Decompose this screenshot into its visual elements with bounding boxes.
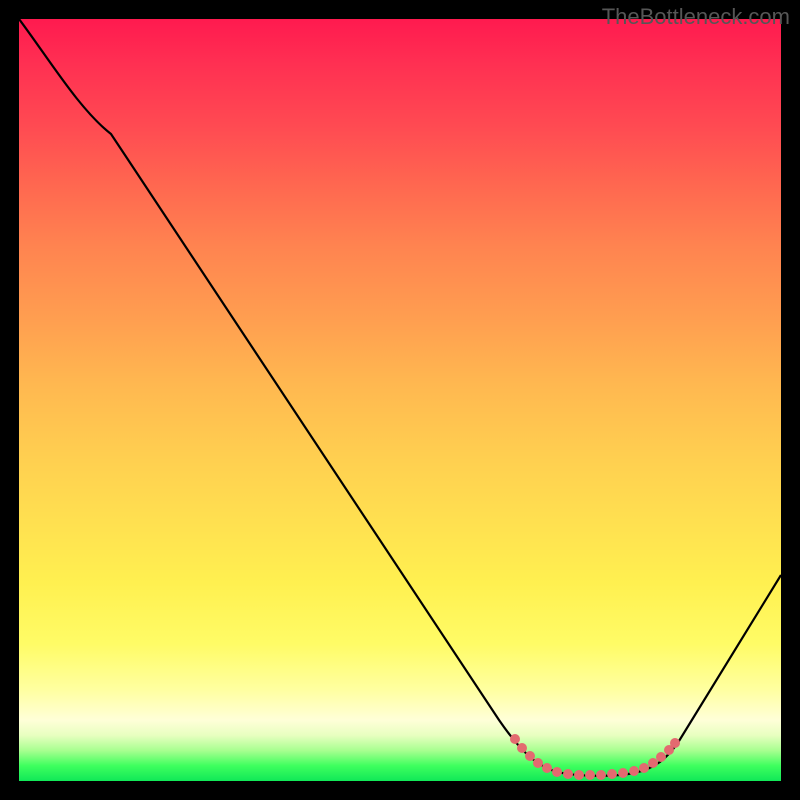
chart-svg [19, 19, 781, 781]
highlight-dots-group [510, 734, 680, 780]
chart-plot-area [19, 19, 781, 781]
watermark-text: TheBottleneck.com [602, 4, 790, 30]
curve-line [19, 19, 781, 776]
